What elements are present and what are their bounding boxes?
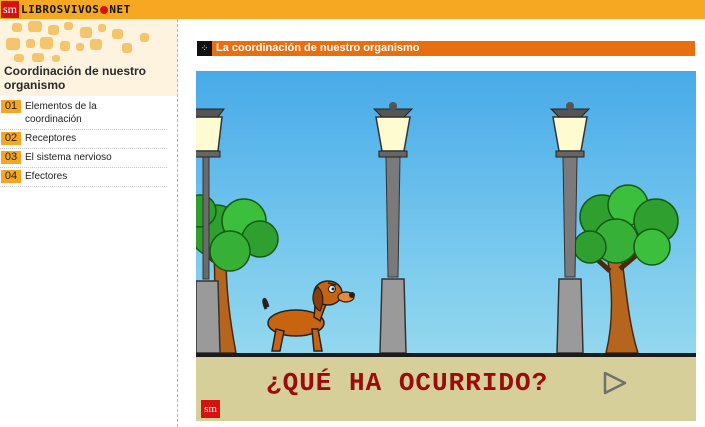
sidebar-item-label: Efectores: [25, 171, 68, 182]
section-header: ⁘ La coordinación de nuestro organismo: [197, 41, 695, 56]
sidebar-divider: [177, 19, 179, 427]
lamppost-center-icon: [372, 102, 414, 354]
sidebar-item-label: Elementos de la coordinación: [25, 101, 97, 125]
item-number: 02: [1, 132, 21, 145]
sidebar-item-label: Receptores: [25, 133, 77, 144]
item-number: 01: [1, 100, 21, 113]
logo-sm-badge: sm: [1, 1, 20, 18]
sidebar-item-elementos[interactable]: 01 Elementos de la coordinación: [0, 98, 167, 130]
sidebar-menu: 01 Elementos de la coordinación 02 Recep…: [0, 98, 167, 187]
logo-dot-icon: [100, 6, 109, 14]
item-number: 03: [1, 151, 21, 164]
bullet-icon: ⁘: [197, 41, 212, 56]
sm-badge: sm: [201, 400, 220, 418]
play-triangle-icon: [603, 371, 627, 395]
section-title: La coordinación de nuestro organismo: [216, 42, 420, 54]
sidebar-item-sistema-nervioso[interactable]: 03 El sistema nervioso: [0, 149, 167, 168]
sidebar: Coordinación de nuestro organismo 01 Ele…: [0, 19, 178, 427]
dog-icon: [262, 280, 355, 352]
animation-scene[interactable]: ¿QUÉ HA OCURRIDO? sm: [196, 71, 696, 421]
librosvivos-logo[interactable]: sm LIBROSVIVOS NET: [0, 0, 131, 19]
logo-text: LIBROSVIVOS NET: [21, 3, 131, 16]
sidebar-header: Coordinación de nuestro organismo: [0, 19, 178, 96]
question-text: ¿QUÉ HA OCURRIDO?: [266, 368, 549, 398]
tree-right-icon: [573, 184, 679, 354]
next-button[interactable]: [602, 371, 628, 400]
park-illustration: [196, 102, 679, 354]
sidebar-item-label: El sistema nervioso: [25, 152, 112, 163]
sidebar-item-efectores[interactable]: 04 Efectores: [0, 168, 167, 187]
top-bar: sm LIBROSVIVOS NET: [0, 0, 705, 19]
sidebar-item-receptores[interactable]: 02 Receptores: [0, 130, 167, 149]
item-number: 04: [1, 170, 21, 183]
sidebar-title: Coordinación de nuestro organismo: [4, 64, 147, 92]
